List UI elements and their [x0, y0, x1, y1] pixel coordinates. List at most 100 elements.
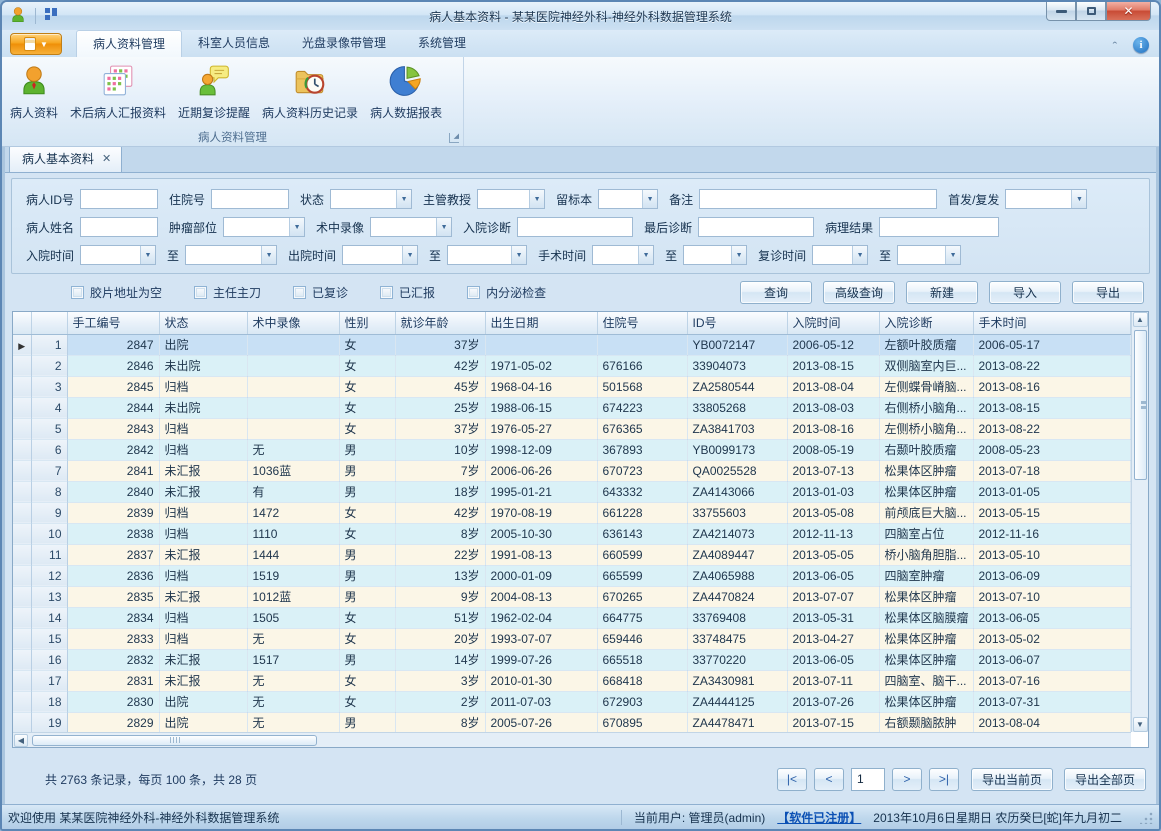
- tab-disc-tape-management[interactable]: 光盘录像带管理: [286, 30, 402, 57]
- row-selector-cell[interactable]: [13, 565, 31, 586]
- next-page-button[interactable]: >: [892, 768, 922, 791]
- table-row[interactable]: 32845归档女45岁1968-04-16501568ZA25805442013…: [13, 376, 1131, 397]
- checkbox-box-icon[interactable]: [293, 286, 306, 299]
- doc-tab-patient-basic-info[interactable]: 病人基本资料 ✕: [9, 147, 122, 172]
- prev-page-button[interactable]: <: [814, 768, 844, 791]
- row-selector-cell[interactable]: [13, 649, 31, 670]
- row-selector-cell[interactable]: [13, 502, 31, 523]
- ribbon-button-history[interactable]: 病人资料历史记录: [256, 61, 364, 124]
- column-header[interactable]: ID号: [687, 312, 787, 334]
- row-selector-cell[interactable]: [13, 607, 31, 628]
- column-header[interactable]: 手术时间: [973, 312, 1131, 334]
- row-selector-cell[interactable]: [13, 691, 31, 712]
- export-button[interactable]: 导出: [1072, 281, 1144, 304]
- table-row[interactable]: 62842归档无男10岁1998-12-09367893YB0099173200…: [13, 439, 1131, 460]
- row-selector-cell[interactable]: [13, 523, 31, 544]
- tab-dept-staff-info[interactable]: 科室人员信息: [182, 30, 286, 57]
- checkbox-box-icon[interactable]: [71, 286, 84, 299]
- table-row[interactable]: 72841未汇报1036蓝男7岁2006-06-26670723QA002552…: [13, 460, 1131, 481]
- table-row[interactable]: 152833归档无女20岁1993-07-0765944633748475201…: [13, 628, 1131, 649]
- query-button[interactable]: 查询: [740, 281, 812, 304]
- row-selector-cell[interactable]: [13, 376, 31, 397]
- table-row[interactable]: 42844未出院女25岁1988-06-15674223338052682013…: [13, 397, 1131, 418]
- column-header[interactable]: 入院诊断: [879, 312, 973, 334]
- row-selector-cell[interactable]: [13, 712, 31, 732]
- import-button[interactable]: 导入: [989, 281, 1061, 304]
- ribbon-button-revisit-reminder[interactable]: 近期复诊提醒: [172, 61, 256, 124]
- ribbon-button-patient-data[interactable]: 病人资料: [4, 61, 64, 124]
- checkbox-reported[interactable]: 已汇报: [380, 284, 435, 301]
- ribbon-button-postop-report[interactable]: 术后病人汇报资料: [64, 61, 172, 124]
- scroll-left-icon[interactable]: ◀: [14, 734, 28, 747]
- revisit-time-to-dropdown[interactable]: ▼: [897, 245, 961, 265]
- table-row[interactable]: 182830出院无女2岁2011-07-03672903ZA4444125201…: [13, 691, 1131, 712]
- column-header[interactable]: 住院号: [597, 312, 687, 334]
- scroll-down-icon[interactable]: ▼: [1133, 717, 1148, 732]
- info-icon[interactable]: i: [1133, 37, 1149, 53]
- column-header[interactable]: 性别: [339, 312, 395, 334]
- app-logo-icon[interactable]: [9, 6, 27, 27]
- horizontal-scroll-thumb[interactable]: [32, 735, 317, 746]
- table-row[interactable]: 132835未汇报1012蓝男9岁2004-08-13670265ZA44708…: [13, 586, 1131, 607]
- app-menu-button[interactable]: ▼: [10, 33, 62, 55]
- table-row[interactable]: 142834归档1505女51岁1962-02-0466477533769408…: [13, 607, 1131, 628]
- row-selector-cell[interactable]: [13, 670, 31, 691]
- pathology-result-input[interactable]: [879, 217, 999, 237]
- table-row[interactable]: 172831未汇报无女3岁2010-01-30668418ZA343098120…: [13, 670, 1131, 691]
- column-header[interactable]: [31, 312, 67, 334]
- row-selector-cell[interactable]: [13, 418, 31, 439]
- checkbox-endocrine-exam[interactable]: 内分泌检查: [467, 284, 546, 301]
- table-row[interactable]: ▶12847出院女37岁YB00721472006-05-12左额叶胶质瘤200…: [13, 334, 1131, 355]
- advanced-query-button[interactable]: 高级查询: [823, 281, 895, 304]
- row-selector-cell[interactable]: [13, 439, 31, 460]
- table-row[interactable]: 102838归档1110女8岁2005-10-30636143ZA4214073…: [13, 523, 1131, 544]
- quick-access-layout-icon[interactable]: [44, 7, 59, 25]
- checkbox-box-icon[interactable]: [194, 286, 207, 299]
- row-selector-cell[interactable]: [13, 355, 31, 376]
- table-row[interactable]: 82840未汇报有男18岁1995-01-21643332ZA414306620…: [13, 481, 1131, 502]
- checkbox-revisited[interactable]: 已复诊: [293, 284, 348, 301]
- admit-time-from-dropdown[interactable]: ▼: [80, 245, 156, 265]
- row-selector-cell[interactable]: [13, 481, 31, 502]
- patient-name-input[interactable]: [80, 217, 158, 237]
- export-current-page-button[interactable]: 导出当前页: [971, 768, 1053, 791]
- inpatient-no-input[interactable]: [211, 189, 289, 209]
- table-row[interactable]: 122836归档1519男13岁2000-01-09665599ZA406598…: [13, 565, 1131, 586]
- doc-tab-close-icon[interactable]: ✕: [102, 152, 111, 165]
- checkbox-box-icon[interactable]: [467, 286, 480, 299]
- registered-link[interactable]: 【软件已注册】: [777, 809, 861, 826]
- row-selector-cell[interactable]: [13, 586, 31, 607]
- specimen-dropdown[interactable]: ▼: [598, 189, 658, 209]
- patient-id-input[interactable]: [80, 189, 158, 209]
- column-header[interactable]: 出生日期: [485, 312, 597, 334]
- revisit-time-from-dropdown[interactable]: ▼: [812, 245, 868, 265]
- surgery-time-from-dropdown[interactable]: ▼: [592, 245, 654, 265]
- admit-time-to-dropdown[interactable]: ▼: [185, 245, 277, 265]
- chief-professor-dropdown[interactable]: ▼: [477, 189, 545, 209]
- horizontal-scrollbar[interactable]: ◀: [13, 732, 1131, 747]
- discharge-time-to-dropdown[interactable]: ▼: [447, 245, 527, 265]
- row-selector-cell[interactable]: [13, 397, 31, 418]
- export-all-pages-button[interactable]: 导出全部页: [1064, 768, 1146, 791]
- column-header[interactable]: 状态: [159, 312, 247, 334]
- last-page-button[interactable]: >|: [929, 768, 959, 791]
- surgery-video-dropdown[interactable]: ▼: [370, 217, 452, 237]
- column-header[interactable]: 术中录像: [247, 312, 339, 334]
- table-row[interactable]: 22846未出院女42岁1971-05-02676166339040732013…: [13, 355, 1131, 376]
- table-row[interactable]: 52843归档女37岁1976-05-27676365ZA38417032013…: [13, 418, 1131, 439]
- row-selector-cell[interactable]: [13, 628, 31, 649]
- row-selector-cell[interactable]: [13, 460, 31, 481]
- checkbox-box-icon[interactable]: [380, 286, 393, 299]
- close-button[interactable]: ✕: [1106, 2, 1151, 21]
- row-selector-cell[interactable]: ▶: [13, 334, 31, 355]
- table-row[interactable]: 92839归档1472女42岁1970-08-19661228337556032…: [13, 502, 1131, 523]
- checkbox-chief-surgeon[interactable]: 主任主刀: [194, 284, 261, 301]
- dialog-launcher-icon[interactable]: ◢: [449, 133, 459, 143]
- scroll-up-icon[interactable]: ▲: [1133, 312, 1148, 327]
- final-diagnosis-input[interactable]: [698, 217, 814, 237]
- column-header[interactable]: 手工编号: [67, 312, 159, 334]
- first-page-button[interactable]: |<: [777, 768, 807, 791]
- row-selector-cell[interactable]: [13, 544, 31, 565]
- first-or-recurrent-dropdown[interactable]: ▼: [1005, 189, 1087, 209]
- table-row[interactable]: 112837未汇报1444男22岁1991-08-13660599ZA40894…: [13, 544, 1131, 565]
